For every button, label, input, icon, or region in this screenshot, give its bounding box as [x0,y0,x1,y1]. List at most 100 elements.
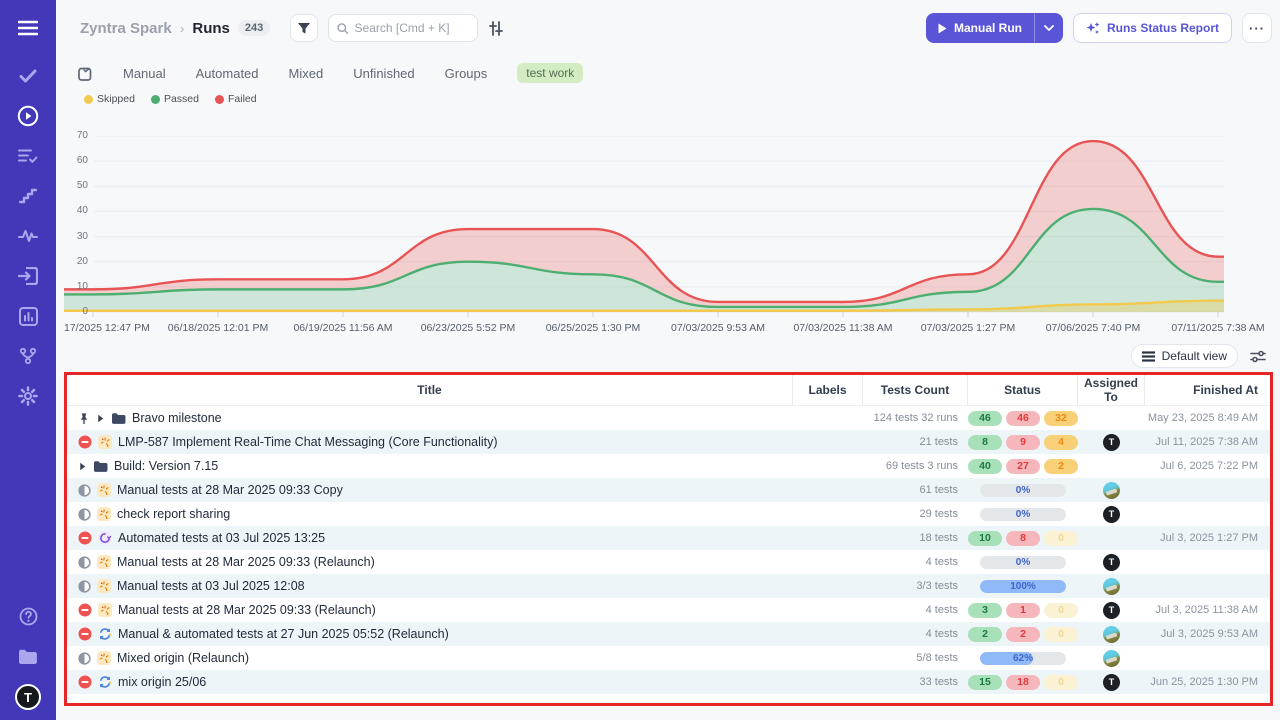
gear-icon[interactable] [16,384,40,408]
manual-run-button[interactable]: Manual Run [926,13,1063,43]
y-tick-label: 40 [58,205,88,216]
column-labels[interactable]: Labels [793,375,863,405]
run-title: mix origin 25/06 [118,675,206,689]
passed-badge: 15 [968,675,1002,690]
assignee-avatar[interactable]: T [1103,674,1120,691]
breadcrumb: Zyntra Spark › Runs 243 [80,20,270,37]
table-row[interactable]: Build: Version 7.1569 tests 3 runs40272J… [67,454,1270,478]
skipped-badge: 4 [1044,435,1078,450]
assignee-avatar[interactable] [1103,482,1120,499]
assignee-avatar[interactable]: T [1103,554,1120,571]
manual-origin-icon [97,507,111,521]
y-tick-label: 70 [58,130,88,141]
table-row[interactable]: Automated tests at 03 Jul 2025 13:2518 t… [67,526,1270,550]
caret-right-icon[interactable] [78,462,87,471]
table-row[interactable]: Mixed origin (Relaunch)5/8 tests62% [67,646,1270,670]
tab-mixed[interactable]: Mixed [289,66,324,81]
help-icon[interactable] [16,604,40,628]
mixed-origin-icon [98,627,112,641]
adjustments-icon[interactable] [488,21,504,36]
in-progress-status-icon [78,484,91,497]
skipped-badge: 0 [1044,627,1078,642]
steps-icon[interactable] [16,184,40,208]
branch-icon[interactable] [16,344,40,368]
run-finished-at: Jul 6, 2025 7:22 PM [1145,460,1270,472]
run-title-cell: check report sharing [67,507,793,521]
stopped-status-icon [78,675,92,689]
column-title[interactable]: Title [67,375,793,405]
runs-status-report-button[interactable]: Runs Status Report [1073,13,1232,43]
passed-badge: 10 [968,531,1002,546]
run-status-cell: 0% [968,484,1078,497]
caret-right-icon[interactable] [96,414,105,423]
run-title-cell: Build: Version 7.15 [67,459,793,473]
run-title-cell: Automated tests at 03 Jul 2025 13:25 [67,531,793,545]
manual-run-dropdown[interactable] [1034,13,1063,43]
bar-chart-icon[interactable] [16,304,40,328]
column-status[interactable]: Status [968,375,1078,405]
search-input[interactable] [355,21,470,35]
in-progress-status-icon [78,508,91,521]
run-tests-count: 4 tests [863,556,968,568]
legend-passed[interactable]: Passed [151,93,199,105]
skipped-dot-icon [84,95,93,104]
assignee-avatar[interactable] [1103,578,1120,595]
mixed-origin-icon [98,675,112,689]
default-view-button[interactable]: Default view [1131,344,1238,368]
sign-in-icon[interactable] [16,264,40,288]
more-button[interactable]: ··· [1242,13,1272,43]
activity-icon[interactable] [16,224,40,248]
sparkles-icon [1086,21,1100,35]
run-assignee-cell: T [1078,506,1145,523]
run-title: Build: Version 7.15 [114,459,218,473]
table-row[interactable]: Bravo milestone124 tests 32 runs464632Ma… [67,406,1270,430]
tab-manual[interactable]: Manual [123,66,166,81]
folder-icon[interactable] [16,644,40,668]
assignee-avatar[interactable]: T [1103,506,1120,523]
search-box[interactable] [328,14,478,42]
tab-unfinished[interactable]: Unfinished [353,66,414,81]
play-circle-icon[interactable] [16,104,40,128]
check-icon[interactable] [16,64,40,88]
search-icon [337,22,348,35]
select-runs-icon[interactable] [78,66,93,81]
table-row[interactable]: Manual tests at 28 Mar 2025 09:33 (Relau… [67,598,1270,622]
table-settings-icon[interactable] [1250,350,1266,363]
run-status-cell: 15180 [968,675,1078,690]
assignee-avatar[interactable]: T [1103,602,1120,619]
failed-badge: 8 [1006,531,1040,546]
table-row[interactable]: Manual tests at 03 Jul 2025 12:083/3 tes… [67,574,1270,598]
breadcrumb-project[interactable]: Zyntra Spark [80,20,172,37]
in-progress-status-icon [78,652,91,665]
chart-legend: Skipped Passed Failed [56,90,1280,108]
legend-failed[interactable]: Failed [215,93,257,105]
run-tests-count: 29 tests [863,508,968,520]
assignee-avatar[interactable] [1103,650,1120,667]
legend-skipped-label: Skipped [97,93,135,105]
table-row[interactable]: Manual tests at 28 Mar 2025 09:33 (Relau… [67,550,1270,574]
tab-automated[interactable]: Automated [196,66,259,81]
assignee-avatar[interactable]: T [1103,434,1120,451]
menu-icon[interactable] [16,16,40,40]
user-avatar[interactable]: T [15,684,41,710]
active-filter-pill[interactable]: test work [517,63,583,83]
skipped-badge: 0 [1044,531,1078,546]
run-assignee-cell: T [1078,674,1145,691]
tab-groups[interactable]: Groups [445,66,488,81]
column-finished-at[interactable]: Finished At [1145,375,1270,405]
table-row[interactable]: LMP-587 Implement Real-Time Chat Messagi… [67,430,1270,454]
column-assigned-to[interactable]: Assigned To [1078,375,1145,405]
run-title-cell: Manual & automated tests at 27 Jun 2025 … [67,627,793,641]
table-row[interactable]: Manual tests at 28 Mar 2025 09:33 Copy61… [67,478,1270,502]
assignee-avatar[interactable] [1103,626,1120,643]
table-row[interactable]: Manual & automated tests at 27 Jun 2025 … [67,622,1270,646]
table-row[interactable]: check report sharing29 tests0%T [67,502,1270,526]
list-check-icon[interactable] [16,144,40,168]
legend-skipped[interactable]: Skipped [84,93,135,105]
y-tick-label: 30 [58,231,88,242]
table-row[interactable]: mix origin 25/0633 tests15180TJun 25, 20… [67,670,1270,694]
column-tests-count[interactable]: Tests Count [863,375,968,405]
filter-button[interactable] [290,14,318,42]
legend-failed-label: Failed [228,93,257,105]
page-title: Runs [192,20,230,37]
